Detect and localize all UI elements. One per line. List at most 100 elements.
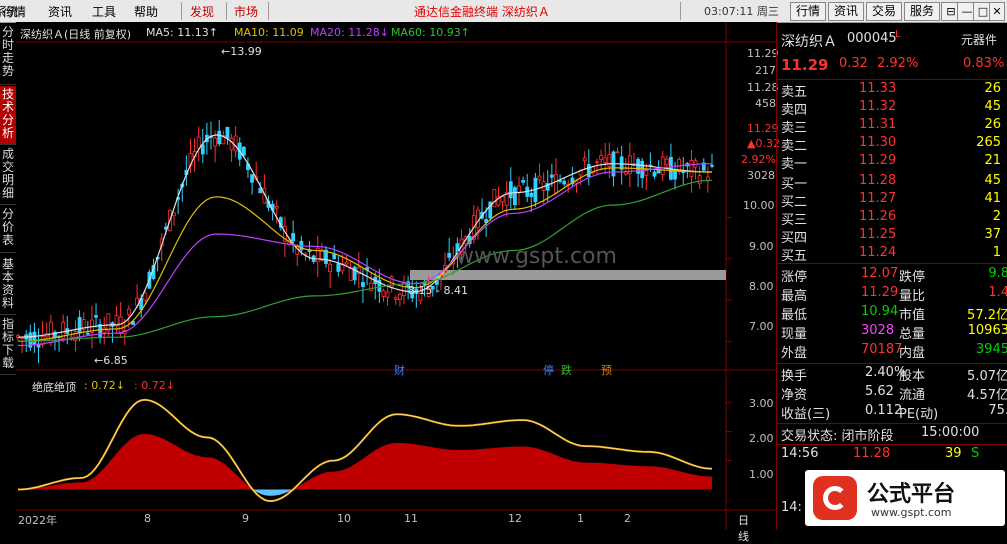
menu-discover[interactable]: 发现	[190, 3, 214, 20]
stat-value: 1.4	[988, 285, 1007, 300]
sell-price: 11.32	[859, 99, 897, 114]
menu-bar: 系统 行情 资讯 工具 帮助 发现 市场 通达信金融终端 深纺织Ａ 03:07:…	[0, 0, 1007, 23]
candle-body	[233, 135, 238, 152]
tab-news-button[interactable]: 资讯	[828, 2, 864, 21]
tab-indicator-download[interactable]: 指标下载	[0, 316, 16, 375]
kline-chart[interactable]: 深纺织Ａ(日线 前复权) MA5: 11.13↑ MA10: 11.09 MA2…	[16, 22, 780, 543]
candle-body	[229, 137, 234, 151]
axis-tick: 9.00	[749, 240, 774, 253]
quote-price-row: 11.29 0.32 2.92% 0.83%	[781, 56, 1005, 75]
site-logo: 公式平台 www.gspt.com	[805, 470, 1005, 526]
candle-body	[328, 263, 332, 273]
axis-tick: 8.00	[749, 280, 774, 293]
buy-price: 11.24	[859, 245, 897, 260]
buy-row[interactable]: 买一 11.28 45	[781, 173, 1005, 192]
tab-price-table[interactable]: 分价表	[0, 206, 16, 253]
candle-body	[77, 317, 82, 334]
stat-label: 股本	[899, 369, 926, 384]
axis-current-vol: 3028	[747, 169, 775, 182]
stat-row[interactable]: 外盘 70187 内盘 3945	[781, 342, 1007, 361]
sell-row[interactable]: 卖二 11.30 265	[781, 135, 1005, 154]
candle-body	[241, 146, 246, 156]
candle-body	[385, 291, 390, 298]
trade-status-time: 15:00:00	[921, 425, 980, 440]
event-suspend[interactable]: 停	[543, 362, 554, 378]
candle-body	[447, 252, 452, 258]
axis-vol-label: 217	[755, 64, 776, 77]
divider	[777, 423, 1007, 424]
buy-price: 11.26	[859, 209, 897, 224]
trade-status-row: 交易状态: 闭市阶段 15:00:00	[781, 425, 1005, 444]
candle-body	[213, 137, 218, 147]
x-axis-label: 2	[624, 512, 631, 525]
current-price: 11.29	[781, 56, 829, 74]
tab-quotes-button[interactable]: 行情	[790, 2, 826, 21]
sell-row[interactable]: 卖三 11.31 26	[781, 117, 1005, 136]
candle-body	[85, 332, 90, 335]
candle-body	[200, 144, 205, 155]
stat-row[interactable]: 最低 10.94 市值 57.2亿	[781, 304, 1007, 323]
buy-row[interactable]: 买三 11.26 2	[781, 209, 1005, 228]
buy-row[interactable]: 买五 11.24 1	[781, 245, 1005, 264]
event-drop[interactable]: 跌	[561, 362, 572, 378]
close-icon[interactable]: ✕	[989, 2, 1005, 21]
stat-label: 现量	[781, 327, 808, 342]
sell-volume: 26	[984, 81, 1001, 96]
buy-volume: 41	[984, 191, 1001, 206]
sector-badge[interactable]: 元器件	[961, 31, 997, 48]
sell-volume: 265	[976, 135, 1001, 150]
candle-body	[512, 187, 517, 206]
menu-tools[interactable]: 工具	[92, 3, 116, 20]
sell-row[interactable]: 卖一 11.29 21	[781, 153, 1005, 172]
divider	[777, 444, 1007, 445]
event-finance[interactable]: 财	[394, 362, 405, 378]
buy-level-label: 买四	[781, 231, 808, 246]
tab-trade-detail[interactable]: 成交明细	[0, 146, 16, 205]
event-forecast[interactable]: 预	[601, 362, 612, 378]
candle-body	[615, 151, 620, 154]
stat-row[interactable]: 现量 3028 总量 10963	[781, 323, 1007, 342]
sell-row[interactable]: 卖四 11.32 45	[781, 99, 1005, 118]
indicator-axis-tick: 3.00	[749, 397, 774, 410]
candle-body	[381, 290, 386, 297]
candle-body	[94, 315, 98, 318]
menu-news[interactable]: 资讯	[48, 3, 72, 20]
tab-service-button[interactable]: 服务	[904, 2, 940, 21]
stat-label: 最低	[781, 308, 808, 323]
candle-body	[562, 180, 567, 185]
candle-body	[48, 321, 53, 343]
sell-row[interactable]: 卖五 11.33 26	[781, 81, 1005, 100]
buy-level-label: 买五	[781, 249, 808, 264]
watermark: www.gspt.com	[456, 244, 617, 269]
stat-row[interactable]: 换手 2.40% 股本 5.07亿	[781, 365, 1007, 384]
stat-value: 3028	[861, 323, 895, 338]
stat-row[interactable]: 涨停 12.07 跌停 9.8	[781, 266, 1007, 285]
candle-body	[517, 185, 521, 193]
candle-body	[336, 263, 341, 272]
sell-level-label: 卖一	[781, 157, 808, 172]
tab-technical[interactable]: 技术分析	[0, 86, 16, 145]
tick-time: 14:	[781, 500, 802, 515]
buy-level-label: 买一	[781, 177, 808, 192]
tab-trade-button[interactable]: 交易	[866, 2, 902, 21]
candle-body	[225, 126, 230, 139]
buy-row[interactable]: 买二 11.27 41	[781, 191, 1005, 210]
buy-row[interactable]: 买四 11.25 37	[781, 227, 1005, 246]
candle-body	[492, 188, 497, 208]
x-axis-label: 2022年	[18, 514, 57, 527]
tab-fundamentals[interactable]: 基本资料	[0, 256, 16, 315]
stat-label: PE(动)	[899, 407, 939, 422]
menu-quotes[interactable]: 行情	[2, 3, 26, 20]
buy-price: 11.25	[859, 227, 897, 242]
sell-level-label: 卖五	[781, 85, 808, 100]
menu-help[interactable]: 帮助	[134, 3, 158, 20]
candle-body	[250, 174, 254, 183]
tab-intraday[interactable]: 分时走势	[0, 24, 16, 85]
period-selector[interactable]: 日线	[738, 512, 749, 544]
stat-row[interactable]: 最高 11.29 量比 1.4	[781, 285, 1007, 304]
candle-body	[508, 181, 513, 199]
stat-row[interactable]: 净资 5.62 流通 4.57亿	[781, 384, 1007, 403]
stat-row[interactable]: 收益(三) 0.112 PE(动) 75.	[781, 403, 1007, 422]
candle-body	[537, 175, 542, 181]
menu-market[interactable]: 市场	[234, 3, 258, 20]
